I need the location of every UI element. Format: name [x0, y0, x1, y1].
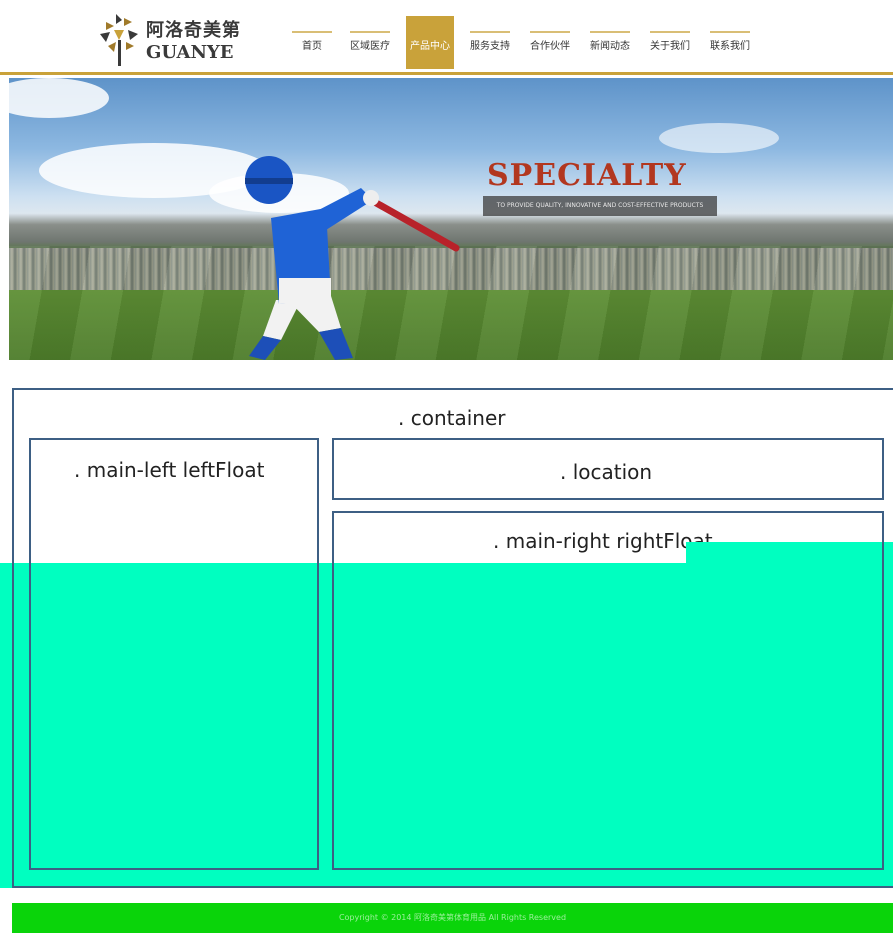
site-logo[interactable]: 阿洛奇美第 GUANYE	[98, 12, 258, 68]
hero-banner: SPECIALTY TO PROVIDE QUALITY, INNOVATIVE…	[9, 78, 893, 360]
nav-item-partners[interactable]: 合作伙伴	[526, 16, 574, 69]
teal-overlay	[0, 563, 893, 888]
logo-text-cn: 阿洛奇美第	[146, 20, 241, 41]
nav-item-home[interactable]: 首页	[288, 16, 336, 69]
container-border-left	[12, 563, 14, 888]
right-panel-border-left	[332, 563, 334, 870]
banner-subtitle: TO PROVIDE QUALITY, INNOVATIVE AND COST-…	[483, 196, 717, 216]
cloud-shape	[9, 78, 109, 118]
right-panel-border-right	[882, 542, 884, 870]
left-panel-border-right	[317, 563, 319, 870]
left-panel-border-left	[29, 563, 31, 870]
site-footer: Copyright © 2014 阿洛奇美第体育用品 All Rights Re…	[12, 903, 893, 933]
nav-item-contact[interactable]: 联系我们	[706, 16, 754, 69]
teal-overlay-step	[686, 542, 893, 564]
container-border-bottom	[12, 886, 893, 888]
main-right-label: . main-right rightFloat	[493, 529, 713, 553]
baseball-batter-image	[245, 156, 460, 360]
container-label: . container	[398, 406, 506, 430]
location-label: . location	[560, 460, 653, 484]
nav-item-service[interactable]: 服务支持	[466, 16, 514, 69]
nav-item-products[interactable]: 产品中心	[406, 16, 454, 69]
banner-title: SPECIALTY	[487, 158, 687, 193]
nav-item-regional-medical[interactable]: 区域医疗	[346, 16, 394, 69]
cloud-shape	[659, 123, 779, 153]
site-header: 阿洛奇美第 GUANYE 首页 区域医疗 产品中心 服务支持 合作伙伴 新闻动态…	[0, 0, 893, 75]
logo-text-en: GUANYE	[146, 42, 234, 63]
nav-item-news[interactable]: 新闻动态	[586, 16, 634, 69]
nav-item-about[interactable]: 关于我们	[646, 16, 694, 69]
main-left-label: . main-left leftFloat	[74, 458, 265, 482]
right-panel-border-bottom	[332, 868, 884, 870]
logo-mark-icon	[100, 14, 138, 66]
left-panel-border-bottom	[29, 868, 319, 870]
